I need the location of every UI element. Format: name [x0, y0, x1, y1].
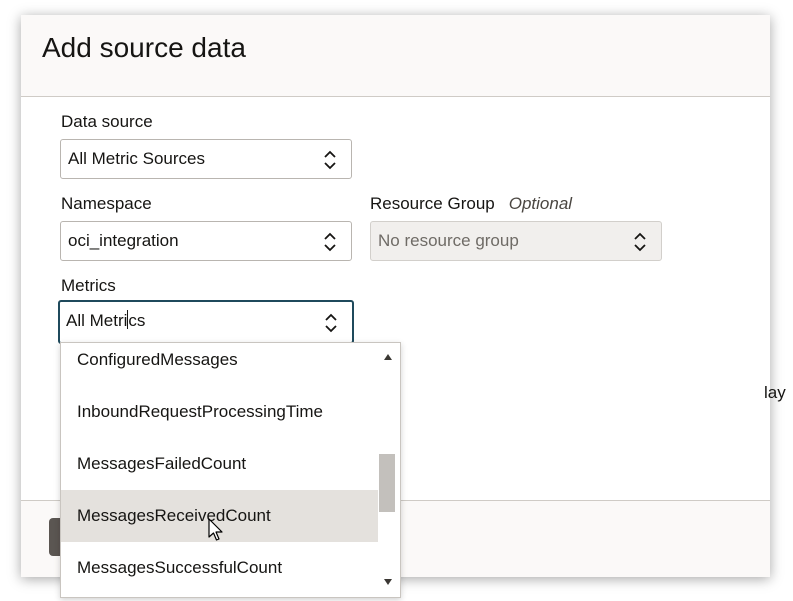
data-source-select[interactable]: All Metric Sources [60, 139, 352, 179]
resource-group-value: No resource group [378, 231, 519, 250]
optional-tag: Optional [508, 194, 573, 213]
scrollbar-thumb[interactable] [379, 454, 395, 512]
list-item[interactable]: MessagesFailedCount [61, 438, 379, 490]
chevron-up-down-icon [324, 232, 336, 252]
list-item[interactable]: ConfiguredMessages [61, 343, 379, 386]
list-item-label: ConfiguredMessages [77, 350, 238, 369]
dropdown-scrollbar[interactable] [378, 343, 400, 597]
metrics-dropdown-list: ConfiguredMessages InboundRequestProcess… [60, 342, 401, 598]
data-source-value: All Metric Sources [68, 149, 205, 168]
chevron-up-down-icon [634, 232, 646, 252]
resource-group-label-text: Resource Group [370, 194, 495, 213]
list-item[interactable]: MessagesSuccessfulCount [61, 542, 379, 594]
namespace-select[interactable]: oci_integration [60, 221, 352, 261]
background-truncated-text: lay [764, 383, 786, 402]
metrics-input-text-before-caret: All Metri [66, 311, 128, 330]
list-item-label: MessagesReceivedCount [77, 506, 271, 525]
dialog-header: Add source data [21, 15, 770, 97]
resource-group-label: Resource Group Optional [370, 194, 572, 214]
list-item-label: MessagesSuccessfulCount [77, 558, 283, 577]
list-item[interactable]: InboundRequestProcessingTime [61, 386, 379, 438]
list-item-label: InboundRequestProcessingTime [77, 402, 324, 421]
chevron-up-down-icon [324, 150, 336, 170]
triangle-up-icon[interactable] [384, 354, 392, 360]
triangle-down-icon[interactable] [384, 579, 392, 585]
namespace-label: Namespace [61, 194, 152, 213]
chevron-up-down-icon [325, 313, 337, 333]
resource-group-select[interactable]: No resource group [370, 221, 662, 261]
metrics-label: Metrics [61, 276, 116, 295]
namespace-value: oci_integration [68, 231, 179, 250]
metrics-combobox[interactable]: All Metrics [58, 300, 354, 344]
mouse-pointer-icon [208, 518, 223, 541]
dialog-title: Add source data [42, 32, 246, 63]
list-item-label: MessagesFailedCount [77, 454, 247, 473]
metrics-input-text-after-caret: cs [128, 311, 146, 330]
data-source-label: Data source [61, 112, 153, 131]
